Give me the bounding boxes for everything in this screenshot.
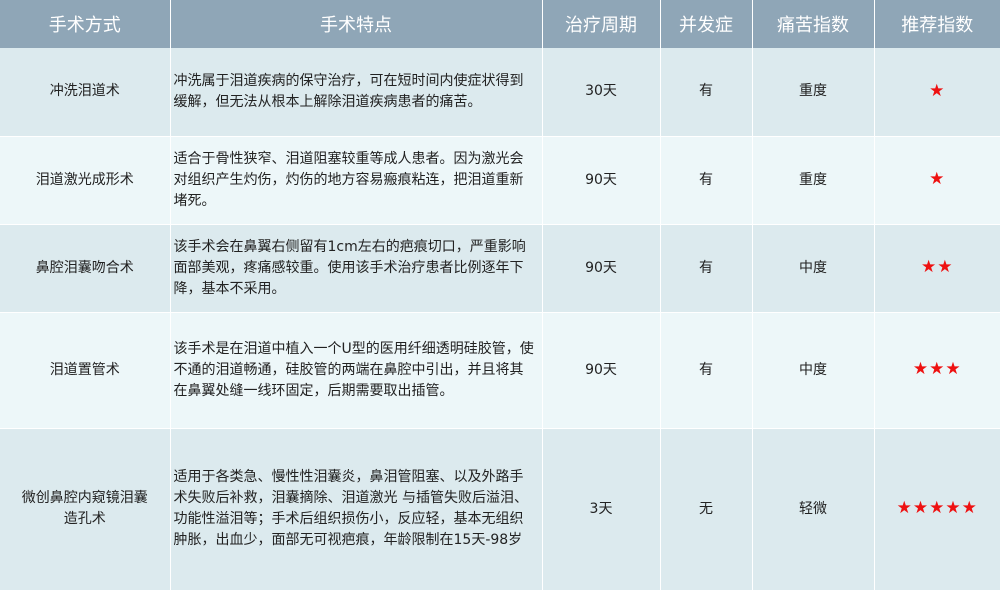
table-row: 冲洗泪道术 冲洗属于泪道疾病的保守治疗，可在短时间内使症状得到缓解，但无法从根本… [0, 48, 1000, 137]
star-rating-icon: ★★★★★ [896, 498, 978, 518]
cell-method: 微创鼻腔内窥镜泪囊造孔术 [0, 428, 171, 591]
cell-recommend: ★★★★★ [874, 428, 1000, 591]
cell-feature: 适合于骨性狭窄、泪道阻塞较重等成人患者。因为激光会对组织产生灼伤，灼伤的地方容易… [170, 136, 543, 225]
star-rating-icon: ★★★ [912, 359, 962, 379]
cell-period: 90天 [542, 312, 661, 429]
cell-recommend: ★★ [874, 224, 1000, 313]
cell-pain: 重度 [752, 136, 875, 225]
table-row: 微创鼻腔内窥镜泪囊造孔术 适用于各类急、慢性性泪囊炎，鼻泪管阻塞、以及外路手术失… [0, 428, 1000, 591]
cell-feature: 适用于各类急、慢性性泪囊炎，鼻泪管阻塞、以及外路手术失败后补救，泪囊摘除、泪道激… [170, 428, 543, 591]
header-feature: 手术特点 [170, 0, 543, 48]
star-rating-icon: ★ [929, 80, 946, 101]
cell-feature: 该手术是在泪道中植入一个U型的医用纤细透明硅胶管，使不通的泪道畅通，硅胶管的两端… [170, 312, 543, 429]
cell-period: 3天 [542, 428, 661, 591]
cell-pain: 轻微 [752, 428, 875, 591]
cell-pain: 重度 [752, 48, 875, 137]
header-pain-index: 痛苦指数 [752, 0, 875, 48]
cell-complication: 有 [660, 48, 753, 137]
header-recommend-index: 推荐指数 [874, 0, 1000, 48]
star-rating-icon: ★ [929, 169, 946, 189]
header-complication: 并发症 [660, 0, 753, 48]
cell-pain: 中度 [752, 312, 875, 429]
cell-complication: 无 [660, 428, 753, 591]
table-row: 泪道激光成形术 适合于骨性狭窄、泪道阻塞较重等成人患者。因为激光会对组织产生灼伤… [0, 136, 1000, 225]
star-rating-icon: ★★ [921, 257, 954, 277]
surgery-comparison-table: 手术方式 手术特点 治疗周期 并发症 痛苦指数 推荐指数 冲洗泪道术 冲洗属于泪… [0, 0, 1000, 591]
cell-complication: 有 [660, 312, 753, 429]
cell-recommend: ★ [874, 136, 1000, 225]
cell-complication: 有 [660, 224, 753, 313]
cell-method: 泪道激光成形术 [0, 136, 171, 225]
table-header-row: 手术方式 手术特点 治疗周期 并发症 痛苦指数 推荐指数 [0, 0, 1000, 48]
cell-recommend: ★★★ [874, 312, 1000, 429]
table-row: 鼻腔泪囊吻合术 该手术会在鼻翼右侧留有1cm左右的疤痕切口，严重影响面部美观，疼… [0, 224, 1000, 313]
cell-pain: 中度 [752, 224, 875, 313]
header-method: 手术方式 [0, 0, 171, 48]
cell-period: 90天 [542, 224, 661, 313]
cell-method: 鼻腔泪囊吻合术 [0, 224, 171, 313]
cell-period: 90天 [542, 136, 661, 225]
cell-method: 冲洗泪道术 [0, 48, 171, 137]
cell-recommend: ★ [874, 48, 1000, 137]
table-row: 泪道置管术 该手术是在泪道中植入一个U型的医用纤细透明硅胶管，使不通的泪道畅通，… [0, 312, 1000, 429]
cell-feature: 冲洗属于泪道疾病的保守治疗，可在短时间内使症状得到缓解，但无法从根本上解除泪道疾… [170, 48, 543, 137]
cell-period: 30天 [542, 48, 661, 137]
header-period: 治疗周期 [542, 0, 661, 48]
cell-method: 泪道置管术 [0, 312, 171, 429]
cell-complication: 有 [660, 136, 753, 225]
cell-feature: 该手术会在鼻翼右侧留有1cm左右的疤痕切口，严重影响面部美观，疼痛感较重。使用该… [170, 224, 543, 313]
